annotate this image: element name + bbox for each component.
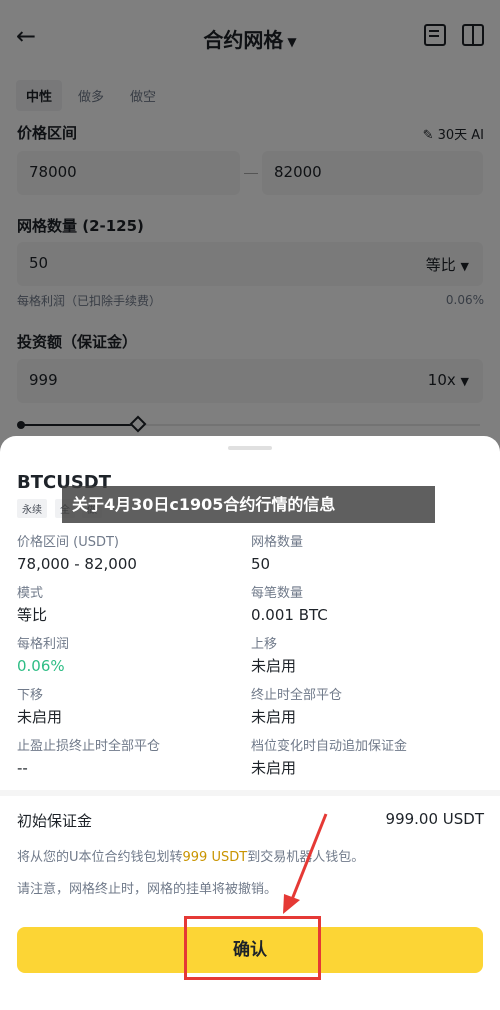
detail-value: -- bbox=[17, 759, 28, 777]
detail-value: 未启用 bbox=[17, 708, 63, 726]
detail-key: 止盈止损终止时全部平仓 bbox=[17, 739, 161, 754]
detail-mode: 模式 等比 bbox=[17, 585, 47, 626]
detail-grid-count: 网格数量 50 bbox=[251, 534, 303, 575]
detail-price-range: 价格区间 (USDT) 78,000 - 82,000 bbox=[17, 534, 137, 575]
tag-perpetual: 永续 bbox=[17, 499, 47, 518]
detail-close-all-on-stop: 终止时全部平仓 未启用 bbox=[251, 687, 342, 728]
caption-banner: 关于4月30日c1905合约行情的信息 bbox=[62, 486, 435, 523]
detail-qty-per-order: 每笔数量 0.001 BTC bbox=[251, 585, 328, 626]
detail-value: 等比 bbox=[17, 606, 48, 624]
cancel-orders-note: 请注意，网格终止时，网格的挂单将被撤销。 bbox=[17, 882, 278, 897]
section-divider bbox=[0, 790, 500, 796]
detail-value: 78,000 - 82,000 bbox=[17, 555, 137, 573]
detail-value: 未启用 bbox=[251, 708, 297, 726]
detail-value: 0.001 BTC bbox=[251, 606, 328, 624]
detail-tpsl-close-all: 止盈止损终止时全部平仓 -- bbox=[17, 738, 160, 779]
detail-key: 网格数量 bbox=[251, 535, 304, 550]
transfer-amount: 999 USDT bbox=[182, 850, 248, 865]
initial-margin-value: 999.00 USDT bbox=[385, 810, 484, 828]
detail-value: 未启用 bbox=[251, 759, 297, 777]
transfer-note-pre: 将从您的U本位合约钱包划转 bbox=[17, 850, 183, 865]
transfer-note-post: 到交易机器人钱包。 bbox=[247, 850, 365, 865]
transfer-note: 将从您的U本位合约钱包划转999 USDT到交易机器人钱包。 bbox=[17, 846, 364, 865]
detail-trailing-up: 上移 未启用 bbox=[251, 636, 296, 677]
detail-value: 0.06% bbox=[17, 657, 65, 675]
detail-key: 终止时全部平仓 bbox=[251, 688, 343, 703]
detail-key: 价格区间 (USDT) bbox=[17, 535, 119, 550]
annotation-highlight-box bbox=[184, 916, 321, 980]
detail-key: 每格利润 bbox=[17, 637, 70, 652]
detail-key: 下移 bbox=[17, 688, 44, 703]
initial-margin-label: 初始保证金 bbox=[17, 812, 93, 830]
detail-key: 每笔数量 bbox=[251, 586, 304, 601]
detail-key: 模式 bbox=[17, 586, 44, 601]
detail-value: 50 bbox=[251, 555, 271, 573]
detail-key: 档位变化时自动追加保证金 bbox=[251, 739, 408, 754]
sheet-drag-handle[interactable] bbox=[228, 446, 272, 450]
detail-auto-add-margin: 档位变化时自动追加保证金 未启用 bbox=[251, 738, 407, 779]
detail-key: 上移 bbox=[251, 637, 278, 652]
detail-profit-per-grid: 每格利润 0.06% bbox=[17, 636, 69, 677]
detail-value: 未启用 bbox=[251, 657, 297, 675]
detail-trailing-down: 下移 未启用 bbox=[17, 687, 62, 728]
